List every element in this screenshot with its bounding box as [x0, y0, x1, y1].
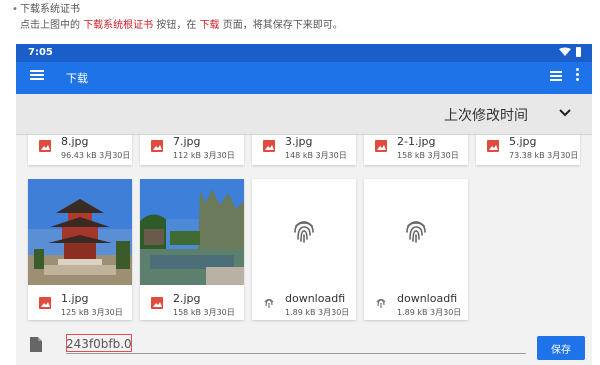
- file-tile[interactable]: 3.jpg 148 kB 3月30日: [252, 135, 356, 165]
- filename-highlight-box: [66, 334, 132, 352]
- sort-bar: 上次修改时间: [16, 94, 592, 135]
- file-grid: 8.jpg 96.43 kB 3月30日 7.jpg 112 kB 3月30日 …: [16, 135, 592, 330]
- instruction-highlight-page: 下载: [199, 20, 220, 31]
- wifi-battery-icon: [559, 47, 581, 57]
- menu-icon[interactable]: [30, 68, 44, 82]
- fingerprint-icon: [294, 221, 314, 243]
- file-tile[interactable]: downloadfi 1.89 kB 3月30日: [364, 179, 468, 320]
- file-tile[interactable]: downloadfi 1.89 kB 3月30日: [252, 179, 356, 320]
- instruction-body: 点击上图中的 下载系统根证书 按钮，在 下载 页面，将其保存下来即可。: [12, 18, 592, 34]
- file-meta: 158 kB 3月30日: [173, 308, 235, 317]
- instruction-text: 点击上图中的: [20, 20, 80, 31]
- list-view-icon[interactable]: [550, 71, 562, 83]
- file-meta: 125 kB 3月30日: [61, 308, 123, 317]
- file-name: 5.jpg: [509, 135, 537, 148]
- pagoda-photo-thumbnail: [28, 179, 132, 285]
- sort-label[interactable]: 上次修改时间: [444, 105, 528, 125]
- app-bar: 下载: [16, 62, 592, 94]
- file-meta: 96.43 kB 3月30日: [61, 151, 131, 160]
- fingerprint-file-icon: [376, 298, 386, 308]
- more-options-icon[interactable]: [576, 68, 580, 84]
- file-name: 2-1.jpg: [397, 135, 436, 148]
- bullet: •: [12, 4, 18, 15]
- instruction-text: 页面，将其保存下来即可。: [222, 20, 343, 31]
- status-bar: 7:05: [16, 44, 592, 62]
- file-meta: 158 kB 3月30日: [397, 151, 459, 160]
- file-meta: 1.89 kB 3月30日: [285, 308, 350, 317]
- file-tile[interactable]: 7.jpg 112 kB 3月30日: [140, 135, 244, 165]
- status-time: 7:05: [28, 47, 53, 58]
- image-file-icon: [151, 297, 163, 309]
- fingerprint-file-icon: [264, 298, 274, 308]
- image-file-icon: [39, 297, 51, 309]
- garden-photo-thumbnail: [140, 179, 244, 285]
- file-name: 7.jpg: [173, 135, 201, 148]
- file-tile[interactable]: 2.jpg 158 kB 3月30日: [140, 179, 244, 320]
- image-file-icon: [263, 140, 275, 152]
- instruction-text: 按钮，在: [156, 20, 197, 31]
- fingerprint-icon: [406, 221, 426, 243]
- file-name: downloadfi: [397, 292, 458, 305]
- save-bar: 保存: [16, 330, 592, 365]
- file-name: 1.jpg: [61, 292, 89, 305]
- file-tile[interactable]: 1.jpg 125 kB 3月30日: [28, 179, 132, 320]
- app-bar-title: 下载: [66, 72, 88, 85]
- save-button[interactable]: 保存: [537, 336, 585, 360]
- image-file-icon: [375, 140, 387, 152]
- image-file-icon: [151, 140, 163, 152]
- image-file-icon: [39, 140, 51, 152]
- file-meta: 73.38 kB 3月30日: [509, 151, 579, 160]
- instructions: • 下载系统证书 点击上图中的 下载系统根证书 按钮，在 下载 页面，将其保存下来…: [12, 2, 592, 34]
- file-name: 2.jpg: [173, 292, 201, 305]
- status-icons: [558, 47, 584, 60]
- file-name: 3.jpg: [285, 135, 313, 148]
- document-icon: [30, 337, 42, 352]
- file-name: downloadfi: [285, 292, 346, 305]
- file-name: 8.jpg: [61, 135, 89, 148]
- image-file-icon: [487, 140, 499, 152]
- file-tile[interactable]: 8.jpg 96.43 kB 3月30日: [28, 135, 132, 165]
- file-meta: 148 kB 3月30日: [285, 151, 347, 160]
- file-meta: 112 kB 3月30日: [173, 151, 235, 160]
- instruction-title: 下载系统证书: [20, 4, 80, 15]
- file-tile[interactable]: 2-1.jpg 158 kB 3月30日: [364, 135, 468, 165]
- phone-screen: 7:05 下载 上次修改时间 8.jpg 96.43 kB 3月30日 7.jp…: [16, 44, 592, 365]
- file-meta: 1.89 kB 3月30日: [397, 308, 462, 317]
- chevron-down-icon[interactable]: [558, 106, 572, 120]
- instruction-title-line: • 下载系统证书: [12, 2, 592, 18]
- filename-input[interactable]: [66, 335, 526, 354]
- file-tile[interactable]: 5.jpg 73.38 kB 3月30日: [476, 135, 580, 165]
- instruction-highlight-button: 下载系统根证书: [83, 20, 154, 31]
